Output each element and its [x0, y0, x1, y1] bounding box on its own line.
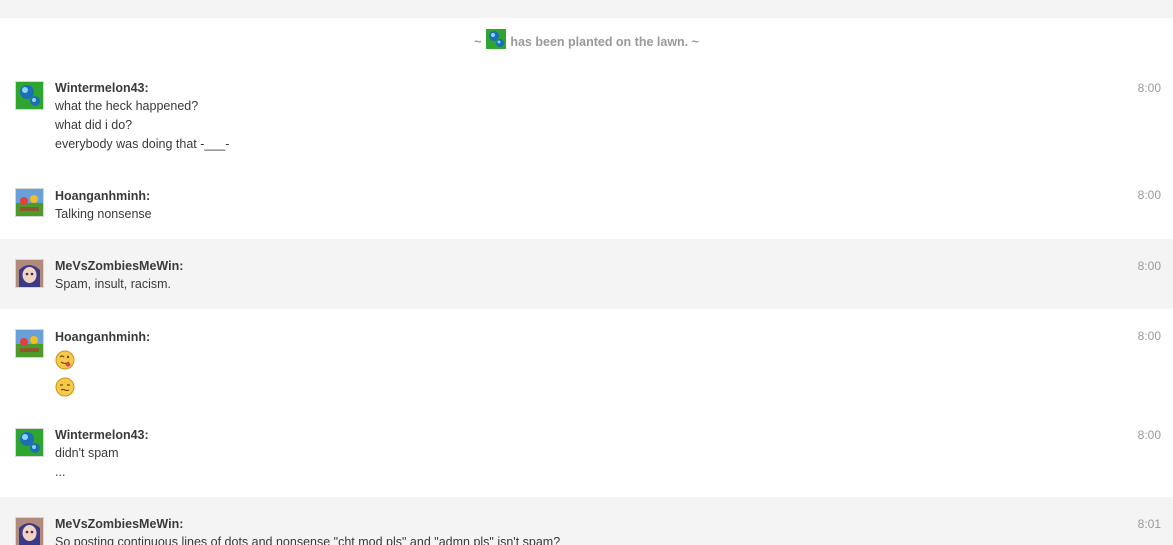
chat-message: MeVsZombiesMeWin: So posting continuous … [0, 497, 1173, 545]
message-line: what did i do? [55, 118, 133, 132]
inline-prefix: ~ [474, 35, 482, 49]
username[interactable]: Hoanganhminh: [55, 187, 152, 205]
anime-girl-avatar[interactable] [15, 517, 44, 545]
timestamp: 8:00 [1137, 81, 1161, 95]
wintermelon-avatar[interactable] [15, 428, 44, 457]
timestamp: 8:00 [1137, 428, 1161, 442]
chat-message: Wintermelon43: didn't spam ... 8:00 [0, 409, 1173, 497]
message-line: what the heck happened? [55, 99, 199, 113]
timestamp: 8:00 [1137, 188, 1161, 202]
username[interactable]: Wintermelon43: [55, 426, 149, 444]
garden-avatar[interactable] [15, 329, 44, 358]
anime-girl-avatar[interactable] [15, 259, 44, 288]
chat-message: Hoanganhminh: 8:00 [0, 309, 1173, 409]
chat-message: MeVsZombiesMeWin: Spam, insult, racism. … [0, 239, 1173, 309]
message-line: Spam, insult, racism. [55, 277, 172, 291]
username[interactable]: Hoanganhminh: [55, 328, 150, 346]
timestamp: 8:01 [1137, 517, 1161, 531]
username[interactable]: Wintermelon43: [55, 79, 229, 97]
username[interactable]: MeVsZombiesMeWin: [55, 257, 183, 275]
garden-avatar[interactable] [15, 188, 44, 217]
wintermelon-avatar[interactable] [15, 81, 44, 110]
message-line: Talking nonsense [55, 207, 152, 221]
timestamp: 8:00 [1137, 329, 1161, 343]
message-line: didn't spam [55, 446, 119, 460]
message-line: everybody was doing that -___- [55, 137, 230, 151]
message-line: ... [55, 465, 66, 479]
tongue-emoji [55, 350, 150, 373]
message-line: So posting continuous lines of dots and … [55, 535, 561, 545]
timestamp: 8:00 [1137, 259, 1161, 273]
top-strip [0, 0, 1173, 18]
chat-message: Hoanganhminh: Talking nonsense 8:00 [0, 170, 1173, 239]
chat-message: Wintermelon43: what the heck happened? w… [0, 70, 1173, 170]
confused-emoji [55, 377, 150, 400]
inline-text: has been planted on the lawn. ~ [510, 35, 699, 49]
wintermelon-icon [485, 21, 506, 69]
username[interactable]: MeVsZombiesMeWin: [55, 515, 560, 533]
inline-system-message: ~ has been planted on the lawn. ~ [0, 18, 1173, 70]
